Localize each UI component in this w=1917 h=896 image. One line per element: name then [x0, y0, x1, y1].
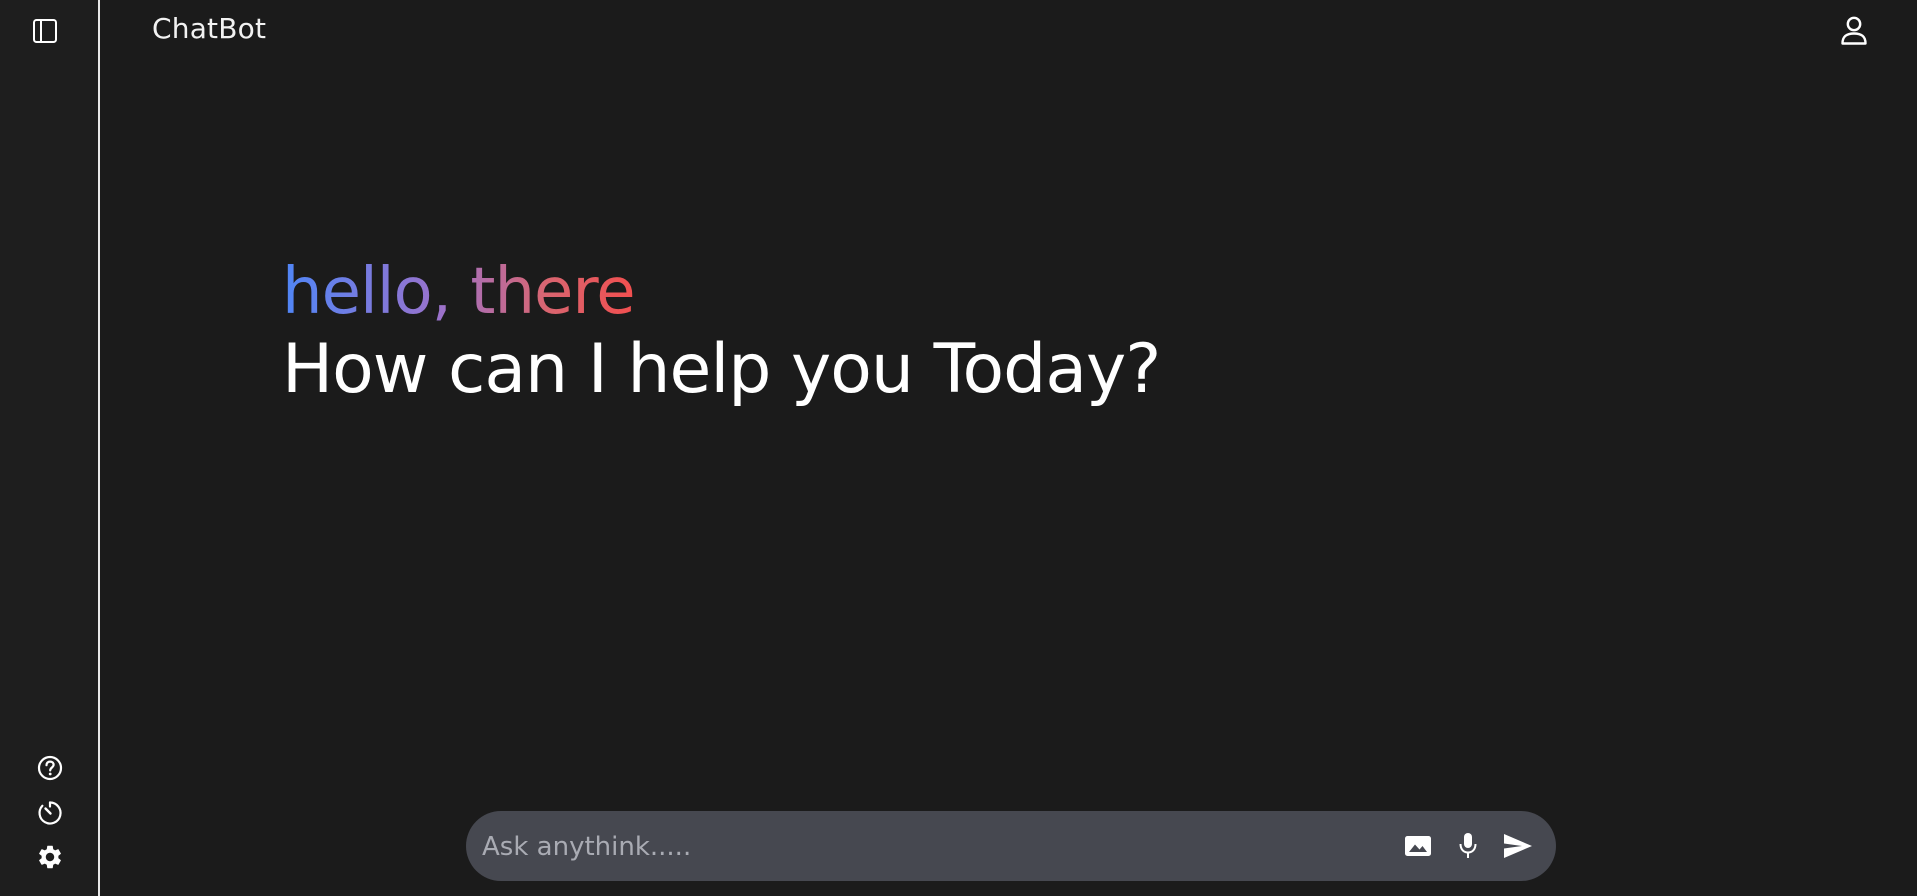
prompt-input[interactable]: [480, 811, 1344, 883]
prompt-bar: [466, 811, 1556, 883]
settings-button[interactable]: [33, 840, 67, 874]
history-button[interactable]: [33, 796, 67, 830]
voice-input-button[interactable]: [1451, 828, 1485, 864]
app-title: ChatBot: [152, 12, 267, 45]
send-icon: [1504, 834, 1532, 858]
greeting-heading: hello, there: [282, 255, 636, 329]
image-upload-button[interactable]: [1401, 829, 1435, 863]
user-profile-icon: [1841, 16, 1867, 45]
help-subheading: How can I help you Today?: [282, 330, 1161, 409]
main-content: ChatBot hello, there How can I help you …: [100, 0, 1917, 896]
send-button[interactable]: [1498, 829, 1538, 863]
microphone-icon: [1459, 833, 1477, 858]
sidebar-toggle-button[interactable]: [28, 14, 62, 48]
sidebar: [0, 0, 100, 896]
image-icon: [1405, 836, 1431, 856]
history-timer-icon: [38, 801, 62, 825]
chatbot-app: ChatBot hello, there How can I help you …: [0, 0, 1917, 896]
settings-gear-icon: [39, 845, 61, 869]
help-circle-icon: [37, 755, 63, 781]
sidebar-panel-icon: [33, 19, 57, 43]
help-button[interactable]: [33, 751, 67, 785]
profile-button[interactable]: [1836, 12, 1872, 48]
